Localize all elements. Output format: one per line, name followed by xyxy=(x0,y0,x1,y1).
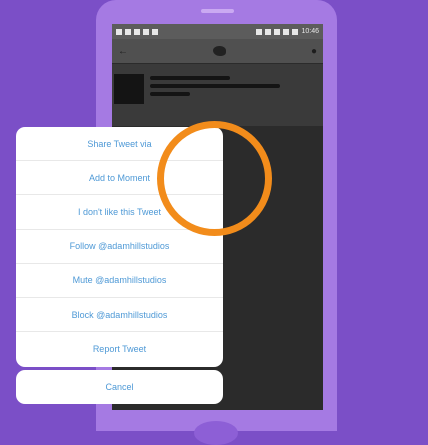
status-bar: 10:46 xyxy=(112,24,323,39)
twitter-bird-icon xyxy=(212,46,226,56)
system-icons: 10:46 xyxy=(256,28,319,35)
tweet-card xyxy=(112,64,323,126)
back-arrow-icon[interactable]: ← xyxy=(118,46,128,57)
mail-icon xyxy=(134,28,140,35)
home-button[interactable] xyxy=(194,421,238,445)
tweet-text-line xyxy=(150,84,280,88)
vibrate-icon xyxy=(256,28,263,35)
signal-icon xyxy=(283,28,290,35)
block-user-option[interactable]: Block @adamhillstudios xyxy=(16,298,223,333)
image-icon xyxy=(116,28,122,35)
alarm-icon xyxy=(265,28,272,35)
notification-icons xyxy=(116,28,158,35)
person-icon xyxy=(125,28,131,35)
report-tweet-option[interactable]: Report Tweet xyxy=(16,332,223,366)
tweet-text-line xyxy=(150,92,190,96)
photo-icon xyxy=(143,28,149,35)
cancel-button[interactable]: Cancel xyxy=(16,370,223,404)
lock-icon xyxy=(152,28,158,35)
battery-icon xyxy=(292,28,299,35)
highlight-circle xyxy=(157,121,272,236)
avatar xyxy=(114,74,144,104)
follow-user-option[interactable]: Follow @adamhillstudios xyxy=(16,230,223,264)
tweet-author-line xyxy=(150,76,230,80)
search-icon[interactable]: ● xyxy=(311,46,317,57)
status-time: 10:46 xyxy=(301,28,319,35)
twitter-app-bar: ← ● xyxy=(112,39,323,63)
mute-user-option[interactable]: Mute @adamhillstudios xyxy=(16,264,223,298)
phone-speaker xyxy=(201,9,234,13)
wifi-icon xyxy=(274,28,281,35)
